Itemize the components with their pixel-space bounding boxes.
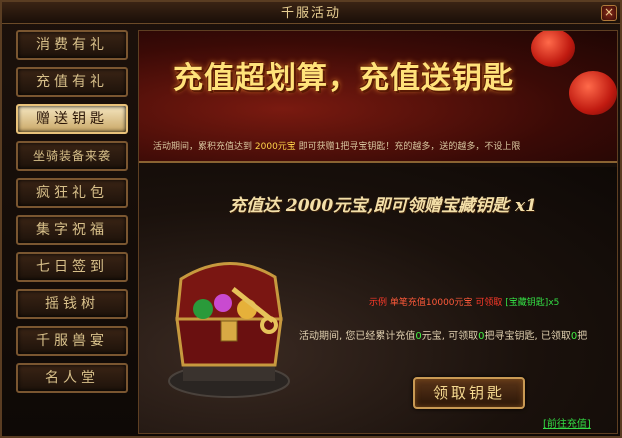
banner-desc-suffix: 即可获赠1把寻宝钥匙！充的越多，送的越多，不设上限	[298, 142, 521, 152]
sidebar-item-seven-day-signin[interactable]: 七日签到	[16, 252, 128, 282]
sidebar-item-word-blessing[interactable]: 集字祝福	[16, 215, 128, 245]
status-mid2: 把寻宝钥匙, 已领取	[484, 331, 571, 342]
banner-description: 活动期间，累积充值达到 2000元宝 即可获赠1把寻宝钥匙！充的越多，送的越多，…	[153, 139, 613, 152]
status-suffix: 把	[577, 331, 588, 342]
banner-desc-amount: 2000元宝	[254, 142, 296, 152]
main-panel: 充值超划算，充值送钥匙 活动期间，累积充值达到 2000元宝 即可获赠1把寻宝钥…	[138, 30, 618, 434]
status-line: 活动期间, 您已经累计充值0元宝, 可领取0把寻宝钥匙, 已领取0把	[299, 327, 587, 342]
sidebar-item-crazy-pack[interactable]: 疯狂礼包	[16, 178, 128, 208]
sidebar-item-gift-key[interactable]: 赠送钥匙	[16, 104, 128, 134]
sidebar-item-recharge-gift[interactable]: 充值有礼	[16, 67, 128, 97]
banner-desc-prefix: 活动期间，累积充值达到	[153, 142, 253, 152]
status-mid1: 元宝, 可领取	[421, 331, 479, 342]
sidebar-item-beast-feast[interactable]: 千服兽宴	[16, 326, 128, 356]
treasure-chest-icon	[168, 262, 290, 398]
sidebar-item-money-tree[interactable]: 摇钱树	[16, 289, 128, 319]
activity-window: 千服活动 × 消费有礼 充值有礼 赠送钥匙 坐骑装备来袭 疯狂礼包 集字祝福 七…	[0, 0, 622, 438]
claim-key-button[interactable]: 领取钥匙	[413, 377, 525, 409]
sidebar-item-hall-of-fame[interactable]: 名人堂	[16, 363, 128, 393]
reward-content: 充值达 2000元宝,即可领赠宝藏钥匙 x1 示例 单笔充值10000元宝 可领…	[139, 167, 617, 433]
sidebar-item-consume-gift[interactable]: 消费有礼	[16, 30, 128, 60]
example-single: 单笔充值10000元宝	[389, 298, 473, 308]
window-title: 千服活动	[280, 6, 341, 21]
example-claim: 可领取	[475, 298, 503, 308]
sidebar: 消费有礼 充值有礼 赠送钥匙 坐骑装备来袭 疯狂礼包 集字祝福 七日签到 摇钱树…	[10, 30, 130, 432]
example-line: 示例 单笔充值10000元宝 可领取 [宝藏钥匙]x5	[369, 295, 559, 308]
event-banner: 充值超划算，充值送钥匙 活动期间，累积充值达到 2000元宝 即可获赠1把寻宝钥…	[139, 31, 617, 163]
example-label: 示例	[369, 298, 388, 308]
title-bar: 千服活动 ×	[2, 2, 620, 24]
close-icon[interactable]: ×	[601, 5, 617, 21]
go-recharge-link[interactable]: [前往充值]	[543, 415, 591, 430]
example-reward: [宝藏钥匙]x5	[505, 298, 560, 308]
sidebar-item-mount-equipment[interactable]: 坐骑装备来袭	[16, 141, 128, 171]
status-prefix: 活动期间, 您已经累计充值	[299, 331, 416, 342]
banner-title: 充值超划算，充值送钥匙	[173, 61, 514, 96]
reward-headline: 充值达 2000元宝,即可领赠宝藏钥匙 x1	[228, 196, 538, 216]
